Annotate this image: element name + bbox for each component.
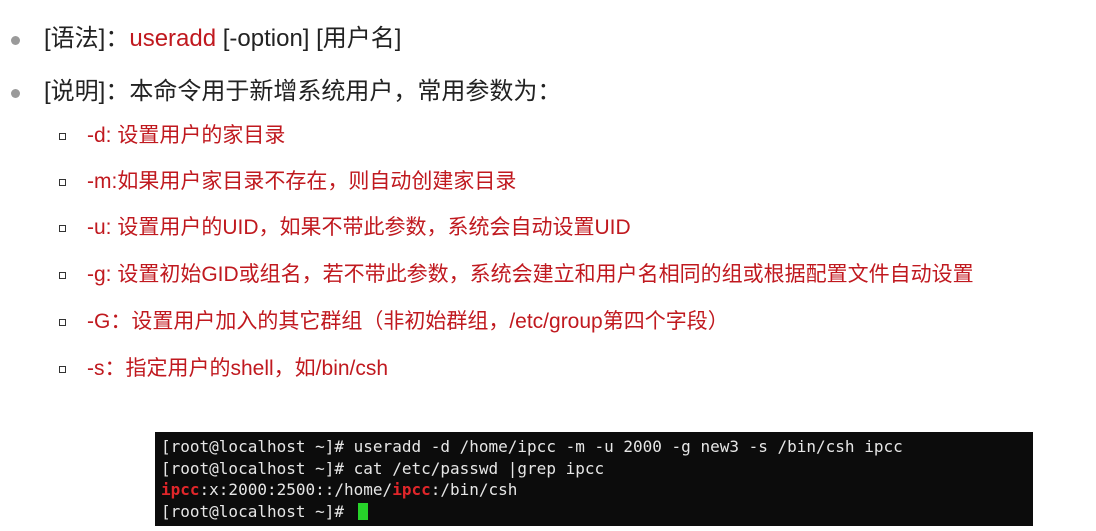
syntax-label: [语法]：: [44, 25, 130, 52]
syntax-args: [-option] [用户名]: [216, 25, 402, 52]
syntax-command: useradd: [129, 25, 217, 52]
option-bullet-icon: [59, 319, 66, 326]
bullet-dot: [11, 89, 20, 98]
option-bullet-icon: [59, 225, 66, 232]
terminal-text: :/bin/csh: [430, 480, 518, 499]
option-item-u: -u: 设置用户的UID，如果不带此参数，系统会自动设置UID: [87, 216, 631, 239]
terminal-cursor: [357, 502, 368, 520]
option-item-m: -m:如果用户家目录不存在，则自动创建家目录: [87, 170, 517, 193]
slide: [语法]：useradd [-option] [用户名] [说明]：本命令用于新…: [0, 0, 1096, 531]
terminal-line: ipcc:x:2000:2500::/home/ipcc:/bin/csh: [161, 479, 1033, 501]
terminal-text: :x:2000:2500::/home/: [199, 480, 393, 499]
bullet-dot: [11, 36, 20, 45]
terminal-line: [root@localhost ~]# cat /etc/passwd |gre…: [161, 458, 605, 478]
terminal-window: [root@localhost ~]# useradd -d /home/ipc…: [155, 432, 1033, 526]
syntax-line: [语法]：useradd [-option] [用户名]: [44, 24, 401, 54]
terminal-highlight: ipcc: [161, 480, 200, 499]
option-bullet-icon: [59, 133, 66, 140]
option-item-G: -G：设置用户加入的其它群组（非初始群组，/etc/group第四个字段）: [87, 310, 729, 333]
option-item-g: -g: 设置初始GID或组名，若不带此参数，系统会建立和用户名相同的组或根据配置…: [87, 263, 974, 286]
terminal-prompt-line[interactable]: [root@localhost ~]#: [161, 501, 1033, 523]
terminal-line: [root@localhost ~]# useradd -d /home/ipc…: [161, 437, 903, 456]
option-bullet-icon: [59, 272, 66, 279]
terminal-prompt: [root@localhost ~]#: [161, 501, 354, 521]
option-bullet-icon: [59, 179, 66, 186]
option-item-d: -d: 设置用户的家目录: [87, 124, 286, 147]
option-item-s: -s：指定用户的shell，如/bin/csh: [87, 357, 389, 380]
terminal-highlight: ipcc: [392, 480, 431, 499]
option-bullet-icon: [59, 366, 66, 373]
description-line: [说明]：本命令用于新增系统用户，常用参数为：: [44, 78, 562, 105]
